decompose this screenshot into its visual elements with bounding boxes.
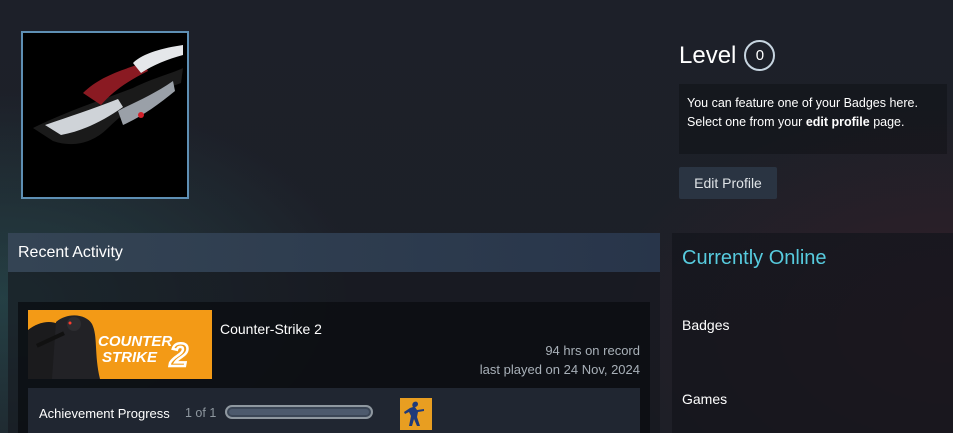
cs-achievement-icon xyxy=(400,398,432,430)
achievement-progress-label[interactable]: Achievement Progress xyxy=(39,406,170,421)
recent-activity-panel: Recent Activity COUNTER STRIKE 2 Counter… xyxy=(8,233,660,433)
recent-activity-header: Recent Activity xyxy=(8,233,660,272)
game-last-played: last played on 24 Nov, 2024 xyxy=(479,362,640,377)
level-label: Level xyxy=(679,41,737,69)
badge-hint-suffix: page. xyxy=(869,115,905,129)
profile-sidebar: Currently Online Badges Games xyxy=(672,233,953,433)
online-status: Currently Online xyxy=(682,247,827,269)
featured-badge-placeholder: You can feature one of your Badges here.… xyxy=(679,84,947,154)
game-name-link[interactable]: Counter-Strike 2 xyxy=(220,321,322,337)
game-capsule-art: COUNTER STRIKE 2 xyxy=(28,310,212,379)
profile-level: Level 0 xyxy=(679,40,776,71)
sidebar-link-badges[interactable]: Badges xyxy=(682,317,729,333)
achievement-icon[interactable] xyxy=(400,398,432,430)
profile-avatar[interactable] xyxy=(21,31,189,199)
avatar-image xyxy=(23,33,187,197)
badge-hint-prefix: Select one from your xyxy=(687,115,806,129)
recent-game-card: COUNTER STRIKE 2 Counter-Strike 2 94 hrs… xyxy=(18,302,650,433)
edit-profile-link[interactable]: edit profile xyxy=(806,115,870,129)
game-capsule-image[interactable]: COUNTER STRIKE 2 xyxy=(28,310,212,379)
achievement-count: 1 of 1 xyxy=(185,406,217,420)
sidebar-link-games[interactable]: Games xyxy=(682,391,727,407)
level-value-badge[interactable]: 0 xyxy=(744,40,776,71)
capsule-logo-line2: STRIKE xyxy=(102,349,158,366)
badge-hint-line2: Select one from your edit profile page. xyxy=(687,113,939,132)
capsule-logo-line1: COUNTER xyxy=(98,333,172,350)
game-hours-on-record: 94 hrs on record xyxy=(545,343,640,358)
achievement-progress-row: Achievement Progress 1 of 1 xyxy=(28,388,640,433)
achievement-progress-fill xyxy=(229,409,369,415)
edit-profile-button[interactable]: Edit Profile xyxy=(679,167,777,199)
achievement-progress-bar xyxy=(225,405,373,419)
recent-activity-title: Recent Activity xyxy=(18,243,123,261)
badge-hint-line1: You can feature one of your Badges here. xyxy=(687,96,918,110)
capsule-logo-number: 2 xyxy=(169,337,188,373)
